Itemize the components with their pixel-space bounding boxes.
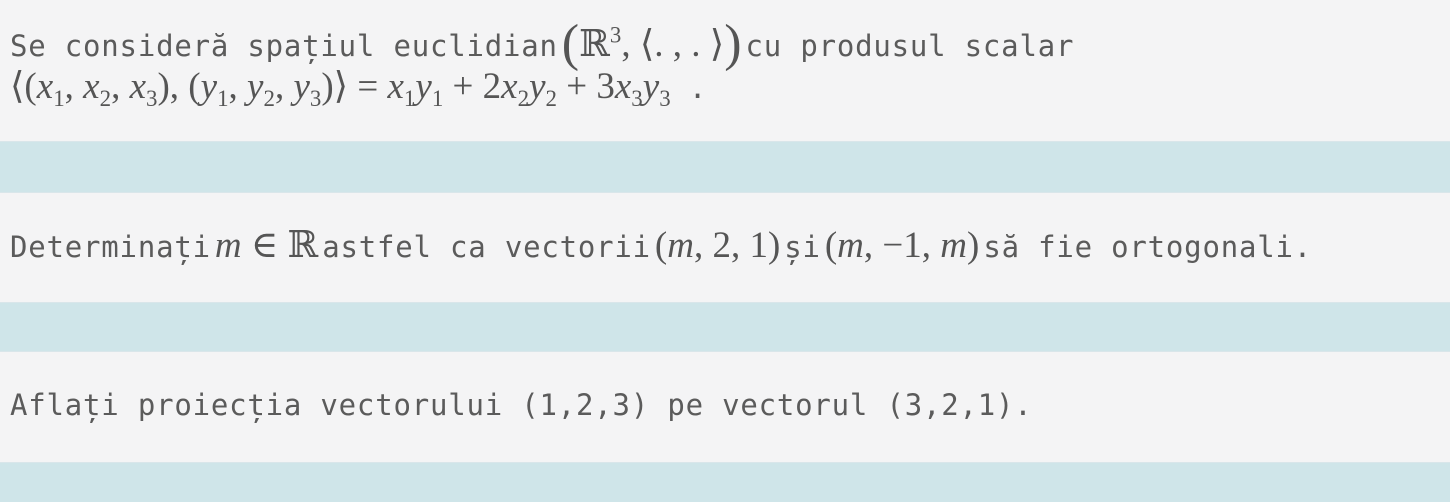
problem-2-prefix: Determinați [10, 230, 211, 264]
problem-1-intro: Se consideră spațiul euclidian [10, 29, 558, 63]
problem-3-text: Aflați proiecția vectorului (1,2,3) pe v… [10, 388, 1033, 422]
separator-band-1 [0, 141, 1450, 193]
problem-2-middle: astfel ca vectorii [322, 230, 651, 264]
problem-1-card: Se consideră spațiul euclidian (ℝ3, ⟨. ,… [0, 0, 1450, 141]
problem-2-and: și [784, 230, 821, 264]
problem-2-card: Determinați m ∈ ℝ astfel ca vectorii (m,… [0, 193, 1450, 302]
problem-2-line: Determinați m ∈ ℝ astfel ca vectorii (m,… [10, 223, 1312, 267]
vector-1: (m, 2, 1) [654, 225, 781, 266]
space-R: ℝ3, ⟨. , . ⟩ [579, 22, 725, 65]
m-in-R: m ∈ ℝ [214, 225, 319, 266]
inner-product-formula: ⟨(x1, x2, x3), (y1, y2, y3)⟩ = x1y1 + 2x… [10, 66, 708, 112]
problem-3-line: Aflați proiecția vectorului (1,2,3) pe v… [10, 388, 1033, 422]
vector-2: (m, −1, m) [824, 225, 980, 266]
space-close-paren: ) [724, 15, 742, 72]
problem-2-suffix: să fie ortogonali. [983, 230, 1312, 264]
separator-band-3 [0, 462, 1450, 502]
separator-band-2 [0, 302, 1450, 352]
problem-3-card: Aflați proiecția vectorului (1,2,3) pe v… [0, 352, 1450, 462]
problem-1-tail: cu produsul scalar [745, 29, 1075, 63]
